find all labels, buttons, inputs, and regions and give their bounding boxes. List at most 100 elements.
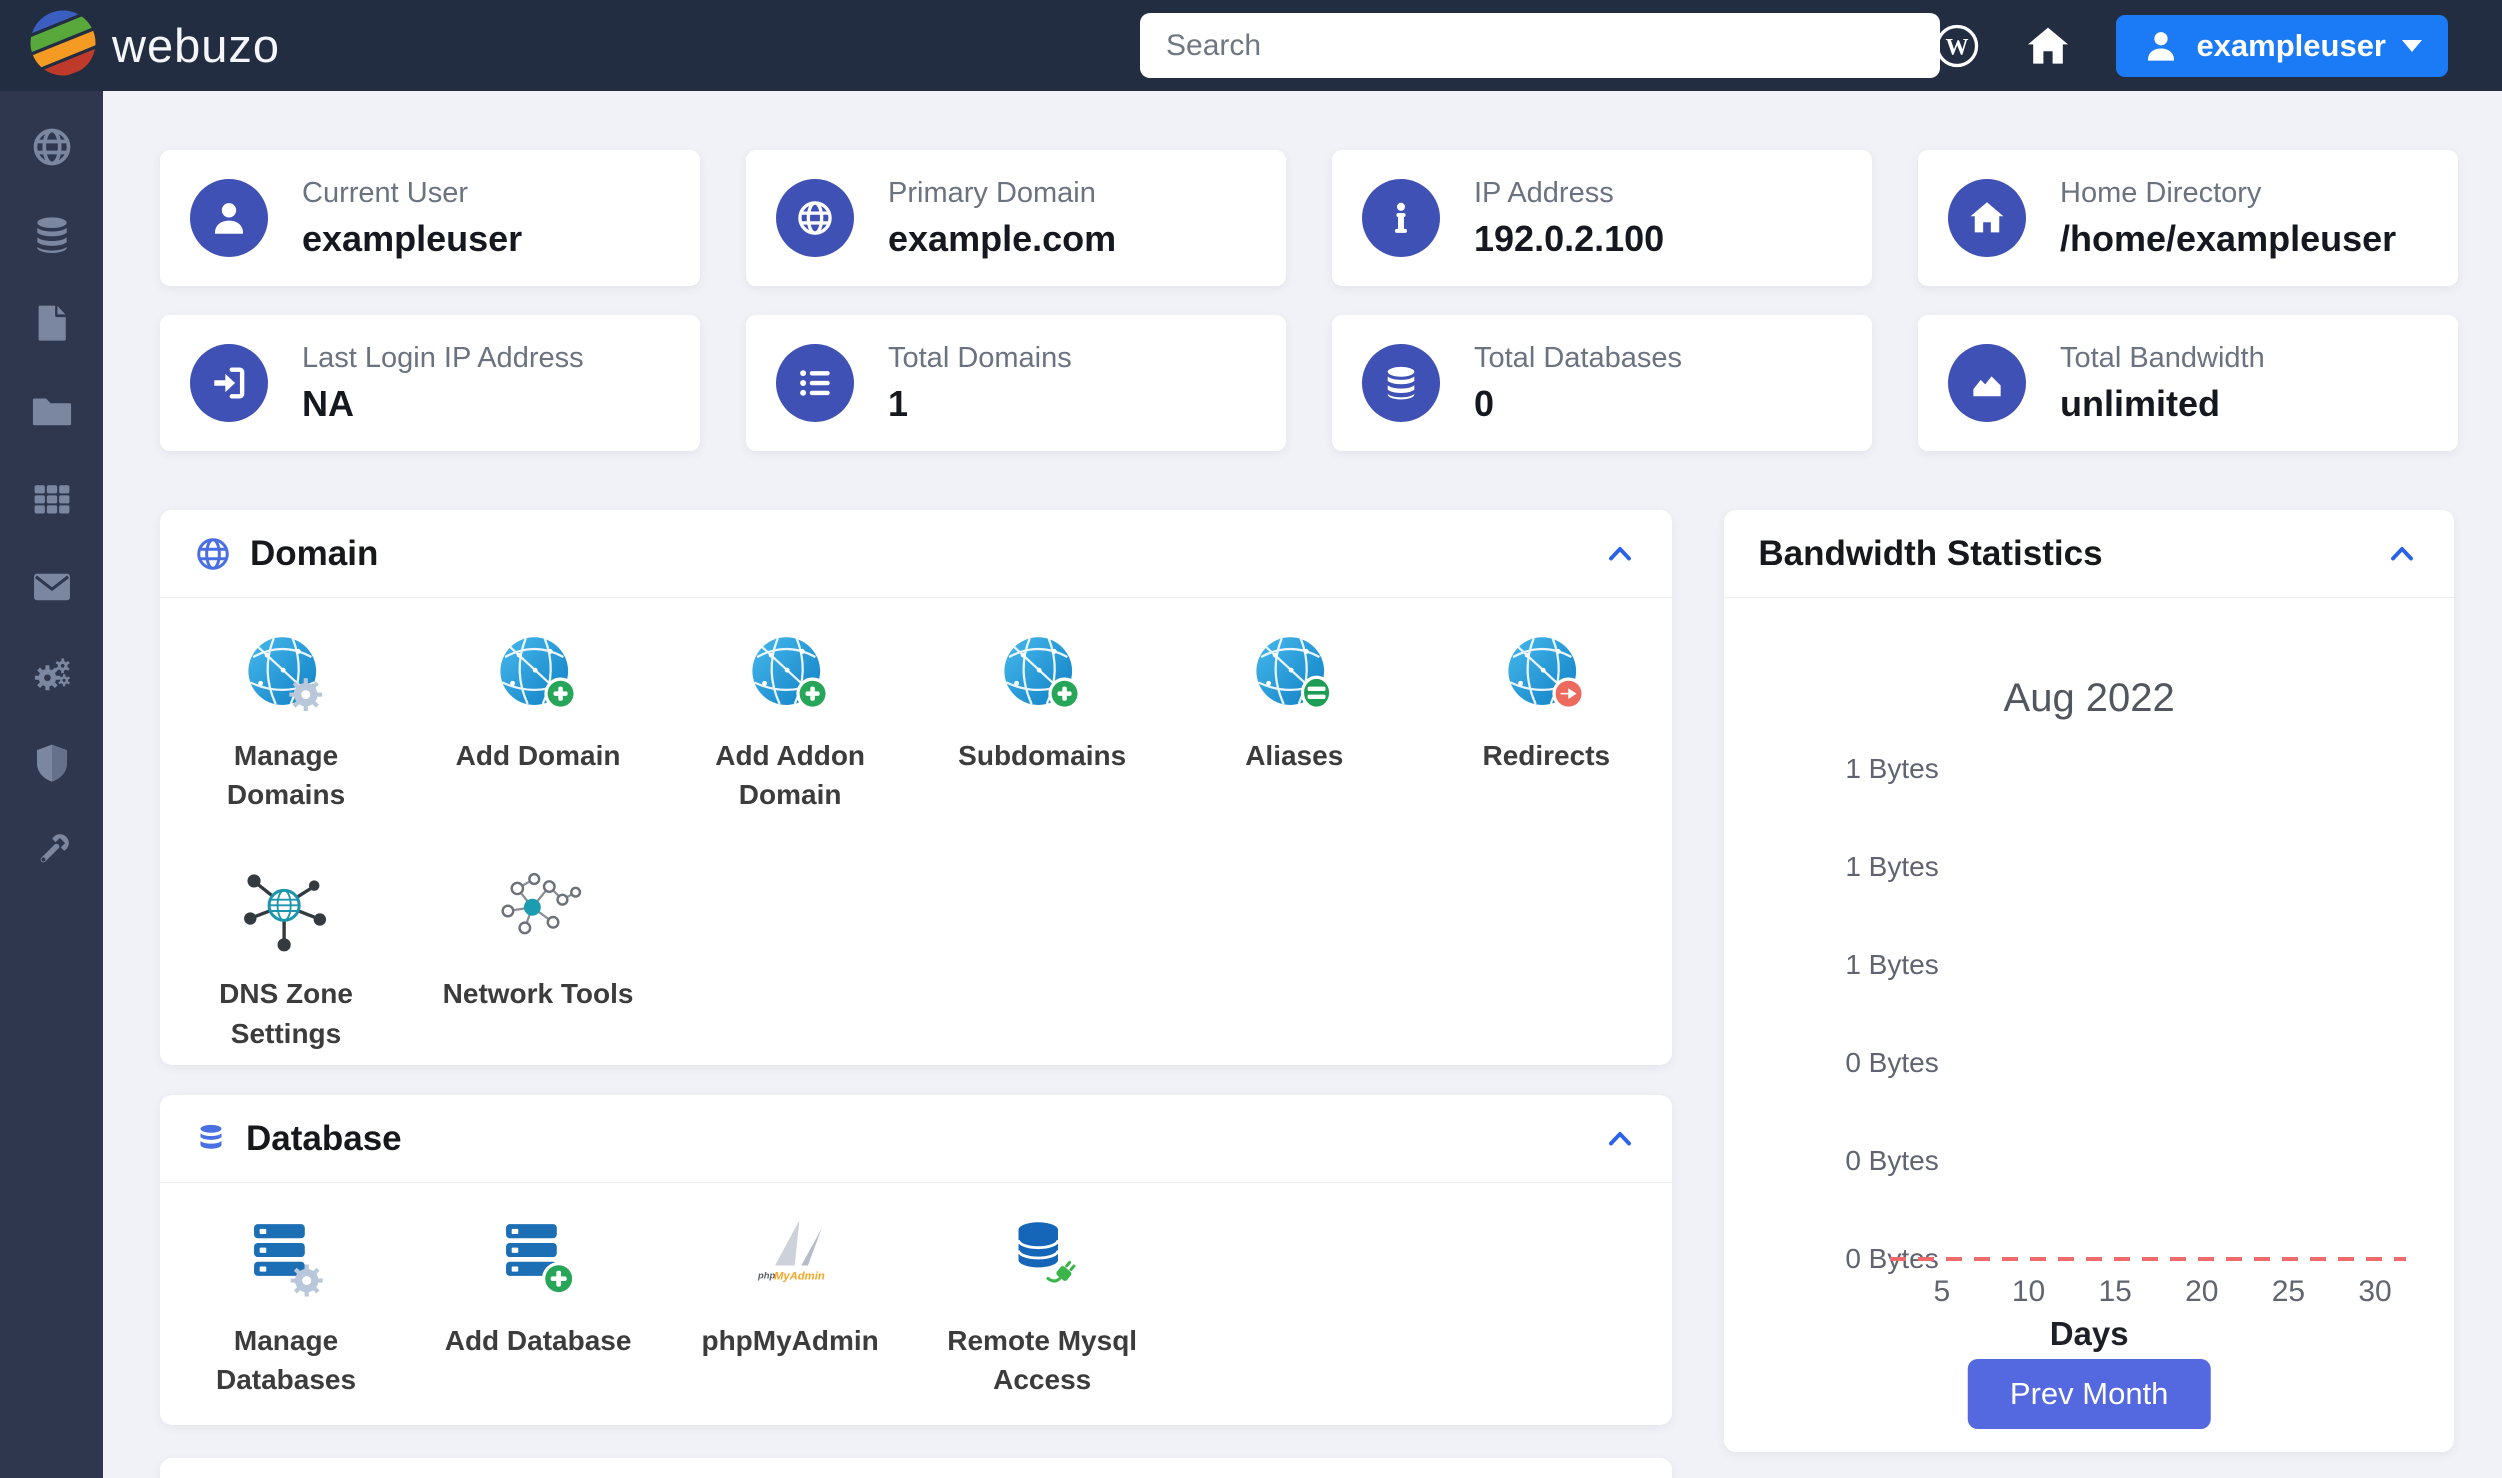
x-axis-tick: 20 bbox=[2185, 1275, 2219, 1308]
sidebar-item-tools[interactable] bbox=[0, 807, 103, 895]
user-icon bbox=[2148, 31, 2175, 61]
stat-value: NA bbox=[302, 382, 354, 424]
stat-card-current-user: Current User exampleuser bbox=[160, 150, 700, 286]
svg-text:php: php bbox=[757, 1270, 775, 1281]
feature-add-database[interactable]: Add Database bbox=[412, 1211, 664, 1399]
server-plus-icon bbox=[506, 1224, 576, 1296]
sidebar-item-security[interactable] bbox=[0, 719, 103, 807]
feature-label: Subdomains bbox=[958, 740, 1127, 771]
feature-label: Redirects bbox=[1482, 740, 1611, 771]
chevron-up-icon bbox=[2391, 546, 2413, 560]
webuzo-logo[interactable]: webuzo bbox=[20, 0, 280, 87]
domain-panel-header: Domain bbox=[160, 510, 1673, 598]
sidebar-item-databases[interactable] bbox=[0, 191, 103, 279]
globe-icon bbox=[197, 537, 229, 570]
feature-label: Remote Mysql Access bbox=[947, 1325, 1138, 1396]
feature-remote-mysql-access[interactable]: Remote Mysql Access bbox=[916, 1211, 1168, 1399]
globe-plus-icon bbox=[500, 637, 577, 710]
feature-phpmyadmin[interactable]: php MyAdmin phpMyAdmin bbox=[664, 1211, 916, 1399]
x-axis-tick: 10 bbox=[2011, 1275, 2046, 1308]
stat-card-ip-address: IP Address 192.0.2.100 bbox=[1332, 150, 1872, 286]
stat-card-last-login-ip: Last Login IP Address NA bbox=[160, 315, 700, 451]
sidebar-item-ftp[interactable] bbox=[0, 367, 103, 455]
y-axis-tick: 1 Bytes bbox=[1845, 753, 1939, 784]
feature-network-tools[interactable]: Network Tools bbox=[412, 864, 664, 1052]
stat-value: exampleuser bbox=[302, 217, 523, 259]
x-axis-tick: 5 bbox=[1933, 1275, 1951, 1308]
user-menu-button[interactable]: exampleuser bbox=[2116, 14, 2448, 77]
feature-aliases[interactable]: Aliases bbox=[1168, 626, 1420, 814]
feature-manage-domains[interactable]: Manage Domains bbox=[160, 626, 412, 814]
stat-value: 1 bbox=[888, 382, 909, 424]
svg-text:MyAdmin: MyAdmin bbox=[774, 1271, 825, 1283]
feature-label: Add Addon Domain bbox=[715, 740, 866, 811]
main-content: Current User exampleuser Primary Domain … bbox=[103, 91, 2502, 1478]
stat-label: Total Bandwidth bbox=[2060, 341, 2265, 374]
sidebar-item-domains[interactable] bbox=[0, 103, 103, 191]
panel-title: Bandwidth Statistics bbox=[1758, 533, 2103, 573]
database-icon bbox=[200, 1124, 222, 1149]
feature-add-addon-domain[interactable]: Add Addon Domain bbox=[664, 626, 916, 814]
sidebar-item-email[interactable] bbox=[0, 543, 103, 631]
database-icon bbox=[36, 217, 67, 253]
feature-label: Manage Databases bbox=[215, 1325, 357, 1396]
security-shield-icon bbox=[36, 744, 67, 782]
sidebar-item-files[interactable] bbox=[0, 279, 103, 367]
file-icon bbox=[38, 305, 66, 341]
stat-label: IP Address bbox=[1474, 176, 1614, 209]
stat-label: Total Domains bbox=[888, 341, 1072, 374]
zero-bandwidth-dashed-line bbox=[1890, 1257, 2406, 1261]
x-axis-title: Days bbox=[2049, 1315, 2129, 1352]
wordpress-icon: W bbox=[1936, 24, 1979, 67]
feature-label: Add Domain bbox=[455, 740, 621, 771]
chevron-up-icon bbox=[1609, 1131, 1632, 1145]
home-icon bbox=[2028, 27, 2069, 64]
home-button[interactable] bbox=[2024, 22, 2072, 70]
chart-title: Aug 2022 bbox=[2003, 676, 2175, 720]
feature-redirects[interactable]: Redirects bbox=[1420, 626, 1672, 814]
globe-plus-icon bbox=[1004, 637, 1081, 710]
mail-icon bbox=[33, 573, 70, 601]
sidebar-item-apps[interactable] bbox=[0, 455, 103, 543]
feature-manage-databases[interactable]: Manage Databases bbox=[160, 1211, 412, 1399]
database-feature-grid: Manage Databases Add Database php MyAdmi… bbox=[160, 1183, 1672, 1429]
stat-value: 0 bbox=[1474, 382, 1495, 424]
phpmyadmin-logo-icon: php MyAdmin bbox=[757, 1220, 825, 1283]
list-icon bbox=[776, 344, 854, 422]
feature-subdomains[interactable]: Subdomains bbox=[916, 626, 1168, 814]
database-icon bbox=[1362, 344, 1440, 422]
database-collapse-button[interactable] bbox=[1602, 1121, 1638, 1157]
stat-label: Last Login IP Address bbox=[302, 341, 584, 374]
logo-text: webuzo bbox=[112, 19, 280, 72]
domain-collapse-button[interactable] bbox=[1602, 536, 1638, 572]
x-axis-ticks: 5 10 15 20 25 30 bbox=[1890, 1275, 2406, 1311]
stat-label: Home Directory bbox=[2060, 176, 2262, 209]
feature-add-domain[interactable]: Add Domain bbox=[412, 626, 664, 814]
sidebar-item-settings[interactable] bbox=[0, 631, 103, 719]
bandwidth-panel: Bandwidth Statistics Aug 2022 1 Bytes 1 … bbox=[1724, 510, 2454, 1452]
globe-equals-icon bbox=[1256, 637, 1333, 710]
x-axis-tick: 25 bbox=[2271, 1275, 2306, 1308]
username-label: exampleuser bbox=[2196, 27, 2386, 63]
y-axis-tick: 0 Bytes bbox=[1845, 1145, 1939, 1176]
prev-month-button[interactable]: Prev Month bbox=[1967, 1359, 2211, 1429]
y-axis-tick: 0 Bytes bbox=[1845, 1047, 1939, 1078]
stat-value: unlimited bbox=[2060, 382, 2220, 424]
stat-card-total-domains: Total Domains 1 bbox=[746, 315, 1286, 451]
stat-card-total-bandwidth: Total Bandwidth unlimited bbox=[1918, 315, 2458, 451]
bandwidth-chart-area: Aug 2022 1 Bytes 1 Bytes 1 Bytes 0 Bytes… bbox=[1724, 598, 2454, 1452]
top-navbar: webuzo W exampleuser bbox=[0, 0, 2502, 91]
wordpress-button[interactable]: W bbox=[1934, 23, 1980, 69]
stat-card-primary-domain: Primary Domain example.com bbox=[746, 150, 1286, 286]
stat-label: Total Databases bbox=[1474, 341, 1682, 374]
apps-grid-icon bbox=[34, 485, 69, 514]
user-icon bbox=[190, 179, 268, 257]
network-nodes-icon bbox=[501, 873, 582, 935]
chevron-up-icon bbox=[1609, 546, 1632, 560]
webuzo-sphere-icon bbox=[20, 0, 106, 87]
search-input[interactable] bbox=[1140, 13, 1940, 78]
bandwidth-collapse-button[interactable] bbox=[2384, 536, 2420, 572]
database-panel-header: Database bbox=[160, 1095, 1673, 1183]
feature-dns-zone-settings[interactable]: DNS Zone Settings bbox=[160, 864, 412, 1052]
home-icon bbox=[1948, 179, 2026, 257]
